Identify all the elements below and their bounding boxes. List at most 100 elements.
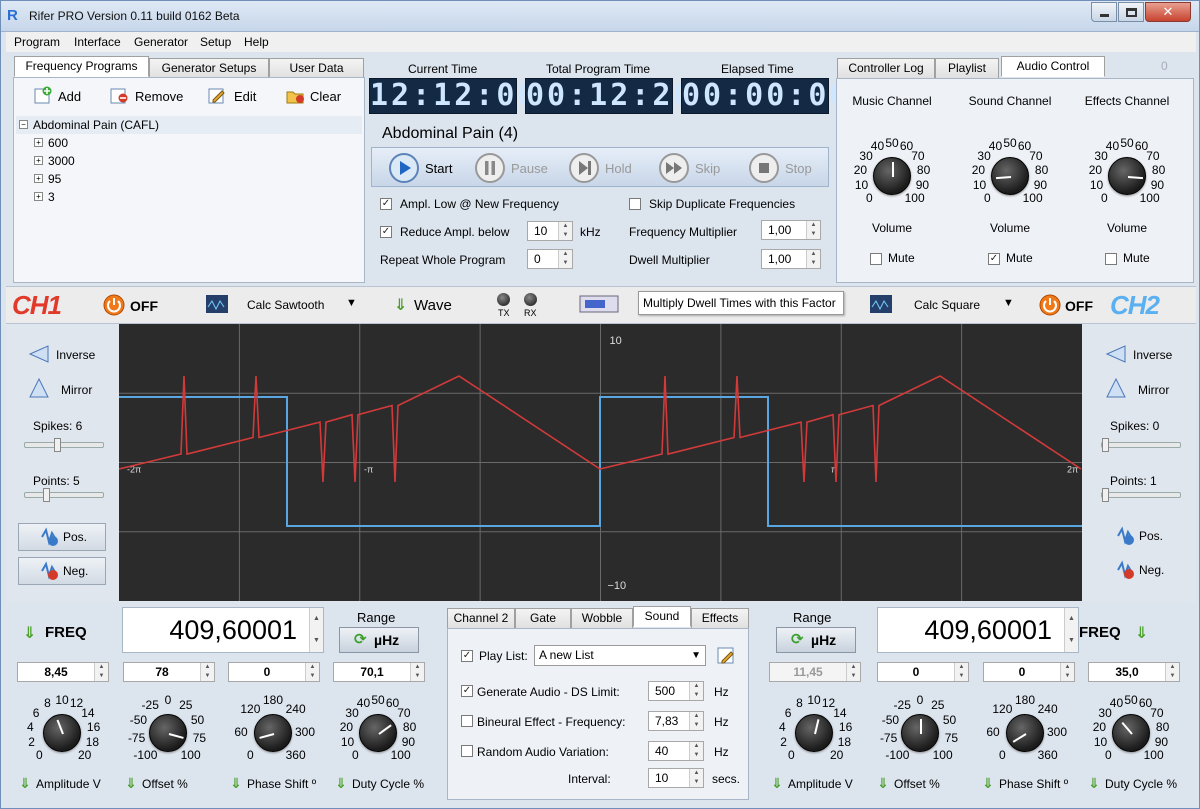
dropdown-arrow-icon[interactable]: ▼ <box>691 646 701 665</box>
expand-icon[interactable]: + <box>34 174 43 183</box>
param-knob[interactable] <box>43 714 81 752</box>
stop-button[interactable]: Stop <box>785 161 812 176</box>
random-checkbox[interactable] <box>461 745 473 757</box>
dwell-mult-input[interactable]: 1,00 ▲ ▼ <box>761 249 821 269</box>
volume-knob[interactable] <box>1108 157 1146 195</box>
param-knob[interactable] <box>149 714 187 752</box>
gen-audio-input[interactable]: 500 ▲ ▼ <box>648 681 704 701</box>
tab-sound[interactable]: Sound <box>633 606 691 627</box>
spikes-slider[interactable] <box>24 438 104 452</box>
param-input[interactable]: 0 ▲ ▼ <box>228 662 320 682</box>
spin-arrows-icon[interactable]: ▲ ▼ <box>806 221 820 239</box>
freq-input[interactable]: 409,60001 ▲ ▼ <box>877 607 1079 653</box>
reduce-ampl-input[interactable]: 10 ▲ ▼ <box>527 221 573 241</box>
pause-icon[interactable] <box>474 152 506 184</box>
start-button[interactable]: Start <box>425 161 452 176</box>
tab-user-data[interactable]: User Data <box>269 58 364 79</box>
bineural-input[interactable]: 7,83 ▲ ▼ <box>648 711 704 731</box>
tab-playlist[interactable]: Playlist <box>935 58 999 79</box>
spin-arrows-icon[interactable]: ▲ ▼ <box>309 608 323 652</box>
range-button[interactable]: ⟳ µHz <box>776 627 856 653</box>
spin-arrows-icon[interactable]: ▲ ▼ <box>558 250 572 268</box>
dropdown-arrow-icon[interactable]: ▼ <box>1003 297 1014 309</box>
tab-generator-setups[interactable]: Generator Setups <box>149 58 269 79</box>
playlist-select[interactable]: A new List ▼ <box>534 645 706 666</box>
interval-input[interactable]: 10 ▲ ▼ <box>648 768 704 788</box>
skip-dup-checkbox[interactable] <box>629 198 641 210</box>
spin-arrows-icon[interactable]: ▲ ▼ <box>200 663 214 681</box>
ampl-low-checkbox[interactable]: ✓ <box>380 198 392 210</box>
spin-arrows-icon[interactable]: ▲ ▼ <box>1060 663 1074 681</box>
slider-thumb[interactable] <box>43 488 50 502</box>
spin-arrows-icon[interactable]: ▲ ▼ <box>689 682 703 700</box>
slider-thumb[interactable] <box>1102 438 1109 452</box>
mute-checkbox[interactable] <box>870 253 882 265</box>
spin-arrows-icon[interactable]: ▲ ▼ <box>806 250 820 268</box>
menu-help[interactable]: Help <box>244 35 269 49</box>
reduce-ampl-checkbox[interactable]: ✓ <box>380 226 392 238</box>
menu-generator[interactable]: Generator <box>134 35 188 49</box>
tab-effects[interactable]: Effects <box>691 608 749 629</box>
slider-thumb[interactable] <box>53 438 61 452</box>
param-knob[interactable] <box>1006 714 1044 752</box>
param-input[interactable]: 78 ▲ ▼ <box>123 662 215 682</box>
points-slider[interactable] <box>24 488 104 502</box>
maximize-button[interactable] <box>1118 2 1144 22</box>
freq-input[interactable]: 409,60001 ▲ ▼ <box>122 607 324 653</box>
expand-icon[interactable]: + <box>34 192 43 201</box>
tab-controller-log[interactable]: Controller Log <box>837 58 935 79</box>
slider-thumb[interactable] <box>1102 488 1109 502</box>
spin-arrows-icon[interactable]: ▲ ▼ <box>689 742 703 760</box>
param-input[interactable]: 8,45 ▲ ▼ <box>17 662 109 682</box>
ch1-wave-select[interactable]: Calc Sawtooth <box>247 298 324 312</box>
stop-icon[interactable] <box>748 152 780 184</box>
spin-arrows-icon[interactable]: ▲ ▼ <box>954 663 968 681</box>
neg-button[interactable]: Neg. <box>18 557 106 585</box>
spin-arrows-icon[interactable]: ▲ ▼ <box>846 663 860 681</box>
param-knob[interactable] <box>359 714 397 752</box>
edit-button[interactable]: Edit <box>234 89 256 104</box>
random-input[interactable]: 40 ▲ ▼ <box>648 741 704 761</box>
tree-root-row[interactable]: − Abdominal Pain (CAFL) <box>16 116 362 134</box>
spikes-slider[interactable] <box>1101 438 1181 452</box>
freq-mult-input[interactable]: 1,00 ▲ ▼ <box>761 220 821 240</box>
skip-icon[interactable] <box>658 152 690 184</box>
tab-frequency-programs[interactable]: Frequency Programs <box>14 56 149 77</box>
param-input[interactable]: 70,1 ▲ ▼ <box>333 662 425 682</box>
inverse-button[interactable]: Inverse <box>1133 348 1172 362</box>
mirror-button[interactable]: Mirror <box>61 383 92 397</box>
repeat-input[interactable]: 0 ▲ ▼ <box>527 249 573 269</box>
hold-button[interactable]: Hold <box>605 161 632 176</box>
pos-button[interactable]: Pos. <box>18 523 106 551</box>
dropdown-arrow-icon[interactable]: ▼ <box>346 297 357 309</box>
spin-arrows-icon[interactable]: ▲ ▼ <box>410 663 424 681</box>
param-knob[interactable] <box>901 714 939 752</box>
spin-arrows-icon[interactable]: ▲ ▼ <box>558 222 572 240</box>
tab-gate[interactable]: Gate <box>515 608 571 629</box>
mirror-button[interactable]: Mirror <box>1138 383 1169 397</box>
param-knob[interactable] <box>1112 714 1150 752</box>
minimize-button[interactable] <box>1091 2 1117 22</box>
volume-knob[interactable] <box>873 157 911 195</box>
mute-checkbox[interactable]: ✓ <box>988 253 1000 265</box>
spin-arrows-icon[interactable]: ▲ ▼ <box>689 712 703 730</box>
add-button[interactable]: Add <box>58 89 81 104</box>
bineural-checkbox[interactable] <box>461 715 473 727</box>
gen-audio-checkbox[interactable]: ✓ <box>461 685 473 697</box>
volume-knob[interactable] <box>991 157 1029 195</box>
expand-icon[interactable]: + <box>34 156 43 165</box>
param-input[interactable]: 11,45 ▲ ▼ <box>769 662 861 682</box>
power-icon[interactable] <box>103 294 125 316</box>
pos-button[interactable]: Pos. <box>1095 523 1183 551</box>
play-icon[interactable] <box>388 152 420 184</box>
tab-audio-control[interactable]: Audio Control <box>1001 56 1105 77</box>
hold-icon[interactable] <box>568 152 600 184</box>
collapse-icon[interactable]: − <box>19 120 28 129</box>
menu-program[interactable]: Program <box>14 35 60 49</box>
spin-arrows-icon[interactable]: ▲ ▼ <box>94 663 108 681</box>
tab-channel-2[interactable]: Channel 2 <box>447 608 515 629</box>
menu-interface[interactable]: Interface <box>74 35 121 49</box>
param-knob[interactable] <box>795 714 833 752</box>
mute-checkbox[interactable] <box>1105 253 1117 265</box>
tab-wobble[interactable]: Wobble <box>571 608 633 629</box>
